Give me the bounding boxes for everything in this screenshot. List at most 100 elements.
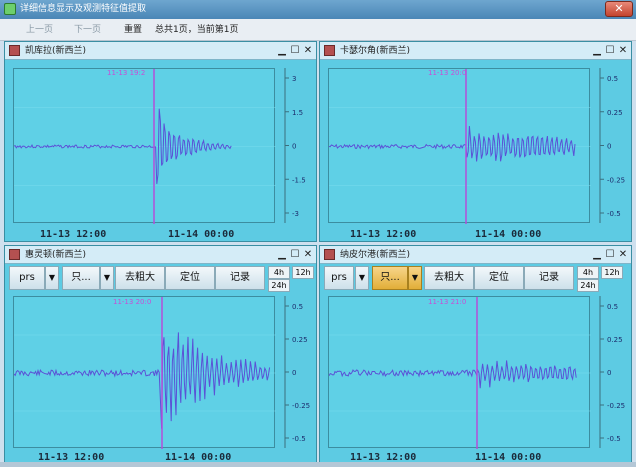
app-icon [4,3,16,15]
panel-title: 卡瑟尔角(新西兰) [340,46,411,56]
chevron-down-icon[interactable]: ▼ [408,266,422,290]
prev-page-button[interactable]: 上一页 [26,22,53,38]
marker-time-label: 11-13 19:2 [107,69,146,77]
y-tick-label: 0.25 [607,109,623,117]
range-4h-button[interactable]: 4h [577,266,599,279]
y-tick-label: 0.5 [607,75,618,83]
station-panel: 惠灵顿(新西兰) ▁ ☐ ✕ prs ▼ 只... ▼ 去粗大 定位 记录 4h… [4,245,317,463]
panel-title: 纳皮尔港(新西兰) [340,250,411,260]
channel-select[interactable]: prs [9,266,45,290]
y-axis: 0.5 0.25 0 -0.25 -0.5 [598,68,630,223]
range-4h-button[interactable]: 4h [268,266,290,279]
locate-button[interactable]: 定位 [165,266,215,290]
y-axis: 3 1.5 0 -1.5 -3 [283,68,315,223]
chart-icon [324,249,335,260]
panel-title: 惠灵顿(新西兰) [25,250,87,260]
range-12h-button[interactable]: 12h [601,266,623,279]
y-tick-label: -0.5 [607,210,621,218]
chart-icon [324,45,335,56]
y-tick-label: 0.25 [607,336,623,344]
channel-select[interactable]: prs [324,266,354,290]
panel-header: 凯库拉(新西兰) ▁ ☐ ✕ [5,42,316,60]
waveform-trace [329,125,576,162]
y-tick-label: -3 [292,210,299,218]
panel-title: 凯库拉(新西兰) [25,46,87,56]
y-tick-label: -0.25 [607,176,625,184]
next-page-button[interactable]: 下一页 [74,22,101,38]
locate-button[interactable]: 定位 [474,266,524,290]
marker-time-label: 11-13 20:0 [428,69,467,77]
denoise-button[interactable]: 去粗大 [115,266,165,290]
chevron-down-icon[interactable]: ▼ [100,266,114,290]
y-tick-label: 0.5 [607,303,618,311]
record-button[interactable]: 记录 [215,266,265,290]
panel-controls: prs ▼ 只... ▼ 去粗大 定位 记录 4h 12h 24h [322,266,631,292]
y-tick-label: 0 [607,369,611,377]
denoise-button[interactable]: 去粗大 [424,266,474,290]
waveform-trace [14,332,271,429]
y-tick-label: -0.5 [607,435,621,443]
station-panel: 卡瑟尔角(新西兰) ▁ ☐ ✕ 11-13 20:0 0.5 0.25 0 -0.25… [319,41,632,242]
y-tick-label: 0 [292,369,296,377]
x-label-end: 11-14 00:00 [475,229,542,240]
minimize-icon[interactable]: ▁ [276,248,288,261]
reset-button[interactable]: 重置 [124,22,142,38]
waveform-svg [14,69,276,224]
x-label-start: 11-13 12:00 [350,229,417,240]
record-button[interactable]: 记录 [524,266,574,290]
panel-header: 惠灵顿(新西兰) ▁ ☐ ✕ [5,246,316,264]
window-titlebar: 详细信息显示及观测特征值提取 ✕ [0,0,636,19]
minimize-icon[interactable]: ▁ [591,248,603,261]
maximize-icon[interactable]: ☐ [289,248,301,261]
range-24h-button[interactable]: 24h [577,279,599,292]
x-label-end: 11-14 00:00 [168,229,235,240]
y-axis: 0.5 0.25 0 -0.25 -0.5 [598,296,630,448]
station-panel: 纳皮尔港(新西兰) ▁ ☐ ✕ prs ▼ 只... ▼ 去粗大 定位 记录 4… [319,245,632,463]
minimize-icon[interactable]: ▁ [591,44,603,57]
waveform-plot [328,68,591,224]
waveform-trace [329,360,577,389]
close-icon[interactable]: ✕ [302,44,314,57]
waveform-svg [329,69,591,224]
y-tick-label: 1.5 [292,109,303,117]
maximize-icon[interactable]: ☐ [289,44,301,57]
range-24h-button[interactable]: 24h [268,279,290,292]
station-panel: 凯库拉(新西兰) ▁ ☐ ✕ 11-13 19:2 3 1.5 0 -1.5 -3 11… [4,41,317,242]
panel-controls: prs ▼ 只... ▼ 去粗大 定位 记录 4h 12h 24h [7,266,316,292]
waveform-plot [13,68,276,224]
maximize-icon[interactable]: ☐ [604,248,616,261]
y-tick-label: -0.5 [292,435,306,443]
y-axis: 0.5 0.25 0 -0.25 -0.5 [283,296,315,448]
waveform-plot [328,296,591,449]
close-icon[interactable]: ✕ [617,44,629,57]
window-close-button[interactable]: ✕ [605,1,633,17]
y-tick-label: -0.25 [607,402,625,410]
waveform-plot [13,296,276,449]
y-tick-label: -1.5 [292,176,306,184]
x-label-start: 11-13 12:00 [40,229,107,240]
y-tick-label: 0.25 [292,336,308,344]
close-icon[interactable]: ✕ [302,248,314,261]
mode-select[interactable]: 只... [62,266,100,290]
chevron-down-icon[interactable]: ▼ [355,266,369,290]
marker-time-label: 11-13 20:0 [113,298,152,306]
y-tick-label: 3 [292,75,296,83]
waveform-svg [14,297,276,449]
range-12h-button[interactable]: 12h [292,266,314,279]
close-icon[interactable]: ✕ [617,248,629,261]
toolbar: 上一页 下一页 重置 总共1页，当前第1页 [0,19,636,41]
status-strip [0,462,636,467]
waveform-svg [329,297,591,449]
chart-icon [9,249,20,260]
page-status: 总共1页，当前第1页 [155,25,239,35]
marker-time-label: 11-13 21:0 [428,298,467,306]
window-title: 详细信息显示及观测特征值提取 [20,4,147,14]
panel-header: 纳皮尔港(新西兰) ▁ ☐ ✕ [320,246,631,264]
maximize-icon[interactable]: ☐ [604,44,616,57]
y-tick-label: -0.25 [292,402,310,410]
minimize-icon[interactable]: ▁ [276,44,288,57]
chevron-down-icon[interactable]: ▼ [45,266,59,290]
chart-icon [9,45,20,56]
mode-select[interactable]: 只... [372,266,408,290]
y-tick-label: 0.5 [292,303,303,311]
